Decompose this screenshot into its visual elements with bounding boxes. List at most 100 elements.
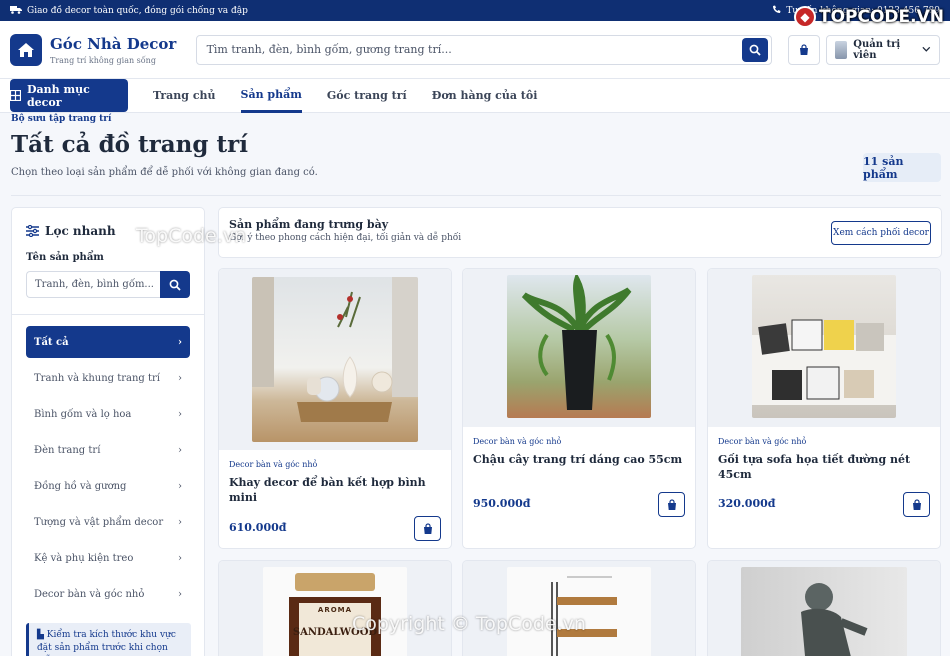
product-card[interactable]: Decor bàn và góc nhỏ Chậu cây trang trí … [462,268,696,549]
sliders-icon [26,225,39,237]
chevron-right-icon: › [178,444,182,456]
chevron-down-icon [922,46,931,52]
sidebar-divider [12,314,204,315]
filter-sidebar: Lọc nhanh Tên sản phẩm Tranh, đèn, bình … [11,207,205,656]
category-item-label: Tất cả [34,336,69,348]
announcement-text: Giao đồ decor toàn quốc, đóng gói chống … [27,5,248,16]
add-to-cart-button[interactable] [658,492,685,517]
product-category: Decor bàn và góc nhỏ [229,460,318,469]
category-item-label: Decor bàn và góc nhỏ [34,588,145,600]
chevron-right-icon: › [178,480,182,492]
add-to-cart-button[interactable] [414,516,441,541]
chevron-right-icon: › [178,516,182,528]
category-item-label: Đồng hồ và gương [34,480,127,492]
category-item-statues[interactable]: Tượng và vật phẩm decor › [26,506,190,538]
product-label-sandalwood: SANDALWOOD [292,627,378,638]
header: Góc Nhà Decor Trang trí không gian sống … [0,21,950,79]
product-card[interactable]: AROMA SANDALWOOD [218,560,452,656]
showcase-subtitle: Gợi ý theo phong cách hiện đại, tối giản… [229,233,462,243]
search-icon [749,44,761,56]
watermark-logo: ◆ TOPCODE.VN [793,6,944,28]
phone-icon [772,5,781,17]
breadcrumb[interactable]: Bộ sưu tập trang trí [11,114,111,124]
view-styling-button[interactable]: Xem cách phối decor [831,221,931,245]
truck-icon [10,5,22,17]
category-item-frames[interactable]: Tranh và khung trang trí › [26,362,190,394]
category-menu-button[interactable]: Danh mục decor [10,79,128,112]
category-item-vases[interactable]: Bình gốm và lọ hoa › [26,398,190,430]
product-name[interactable]: Chậu cây trang trí dáng cao 55cm [473,452,685,467]
product-category: Decor bàn và góc nhỏ [473,437,562,446]
product-card[interactable]: Decor bàn và góc nhỏ Khay decor để bàn k… [218,268,452,549]
filter-search-button[interactable] [160,271,190,298]
add-to-cart-button[interactable] [903,492,930,517]
product-image[interactable] [741,567,907,656]
chevron-right-icon: › [178,588,182,600]
home-icon [10,33,42,66]
chevron-right-icon: › [178,408,182,420]
nav-link-products[interactable]: Sản phẩm [240,79,302,113]
shopping-bag-icon [912,498,921,510]
size-tip: ▙ Kiểm tra kích thước khu vực đặt sản ph… [26,623,191,656]
showcase-title: Sản phẩm đang trưng bày [229,218,389,231]
product-name-input[interactable]: Tranh, đèn, bình gốm... [26,271,161,298]
category-item-label: Đèn trang trí [34,444,101,456]
grid-icon [10,90,21,101]
product-price: 320.000đ [718,497,776,510]
category-item-shelves[interactable]: Kệ và phụ kiện treo › [26,542,190,574]
search-button[interactable] [742,37,769,62]
search-input[interactable]: Tìm tranh, đèn, bình gốm, gương trang tr… [207,43,743,56]
showcase-header: Sản phẩm đang trưng bày Gợi ý theo phong… [218,207,942,258]
product-count-badge: 11 sản phẩm [863,153,941,182]
filter-search: Tranh, đèn, bình gốm... [26,271,190,298]
page-title: Tất cả đồ trang trí [11,131,248,158]
nav-link-my-orders[interactable]: Đơn hàng của tôi [432,79,538,113]
category-item-label: Bình gốm và lọ hoa [34,408,132,420]
nav-link-home[interactable]: Trang chủ [153,79,216,113]
chevron-right-icon: › [178,372,182,384]
category-item-label: Tượng và vật phẩm decor [34,516,164,528]
user-name: Quản trị viên [853,38,901,61]
search-icon [169,279,181,291]
brand-tagline: Trang trí không gian sống [50,55,156,65]
category-item-label: Kệ và phụ kiện treo [34,552,134,564]
product-label-aroma: AROMA [317,606,353,614]
category-item-lamps[interactable]: Đèn trang trí › [26,434,190,466]
page-subtitle: Chọn theo loại sản phẩm để dễ phối với k… [11,167,318,178]
product-card[interactable] [462,560,696,656]
filter-title-text: Lọc nhanh [45,224,116,238]
category-item-label: Tranh và khung trang trí [34,372,161,384]
cart-button[interactable] [788,34,821,65]
brand[interactable]: Góc Nhà Decor Trang trí không gian sống [10,33,196,66]
shopping-bag-icon [423,522,432,534]
main-nav: Danh mục decor Trang chủ Sản phẩm Góc tr… [0,79,950,113]
size-tip-text: Kiểm tra kích thước khu vực đặt sản phẩm… [37,630,176,653]
product-card[interactable]: Decor bàn và góc nhỏ Gối tựa sofa họa ti… [707,268,941,549]
category-item-desk-decor[interactable]: Decor bàn và góc nhỏ › [26,578,190,610]
product-image[interactable] [507,567,651,656]
category-list: Tất cả › Tranh và khung trang trí › Bình g… [26,326,190,610]
search-bar[interactable]: Tìm tranh, đèn, bình gốm, gương trang tr… [195,34,773,65]
ruler-icon: ▙ [37,630,44,640]
chevron-right-icon: › [178,552,182,564]
product-image[interactable]: AROMA SANDALWOOD [263,567,407,656]
user-menu[interactable]: Quản trị viên [826,34,941,65]
product-card[interactable] [707,560,941,656]
product-image[interactable] [507,275,651,418]
product-name[interactable]: Gối tựa sofa họa tiết đường nét 45cm [718,452,930,482]
nav-link-decor-corner[interactable]: Góc trang trí [327,79,407,113]
brand-name: Góc Nhà Decor [50,34,177,53]
shopping-bag-icon [667,498,676,510]
product-image[interactable] [252,277,418,442]
product-name[interactable]: Khay decor để bàn kết hợp bình mini [229,475,441,505]
product-price: 950.000đ [473,497,531,510]
filter-title: Lọc nhanh [26,224,190,238]
avatar [835,40,848,59]
product-category: Decor bàn và góc nhỏ [718,437,807,446]
watermark-logo-text: TOPCODE.VN [818,7,944,27]
category-item-all[interactable]: Tất cả › [26,326,190,358]
category-item-clocks-mirrors[interactable]: Đồng hồ và gương › [26,470,190,502]
product-image[interactable] [752,275,896,418]
category-menu-label: Danh mục decor [26,82,90,109]
product-name-label: Tên sản phẩm [26,252,104,263]
